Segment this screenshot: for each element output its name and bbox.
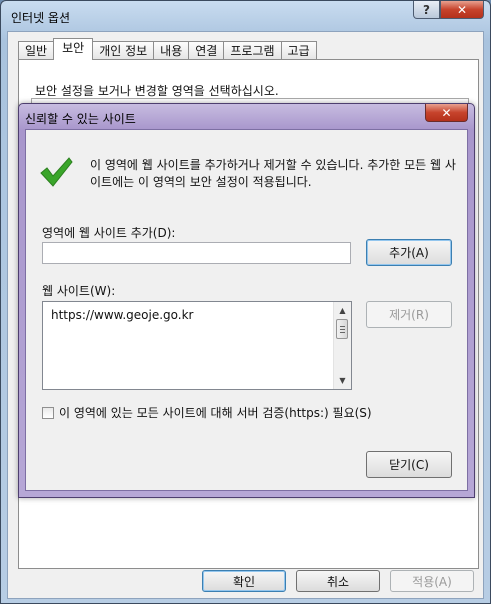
close-dialog-button[interactable]: 닫기(C) [366,451,452,478]
https-checkbox[interactable] [42,406,54,419]
trusted-sites-close-button[interactable]: ✕ [425,104,468,122]
security-instruction: 보안 설정을 보거나 변경할 영역을 선택하십시오. [35,84,279,98]
add-site-label: 영역에 웹 사이트 추가(D): [42,226,176,240]
websites-scrollbar[interactable]: ▲ ▼ [333,302,351,389]
https-label: 이 영역에 있는 모든 사이트에 대해 서버 검증(https:) 필요(S) [59,406,372,420]
add-site-input[interactable] [42,242,351,264]
add-button[interactable]: 추가(A) [366,239,452,266]
dialog-buttons: 확인 취소 적용(A) [8,570,483,600]
remove-button[interactable]: 제거(R) [366,301,452,328]
checkmark-icon [40,157,73,187]
tab-content[interactable]: 내용 [153,41,190,60]
trusted-sites-title: 신뢰할 수 있는 사이트 [25,112,136,126]
window-title: 인터넷 옵션 [11,11,71,25]
tab-advanced[interactable]: 고급 [280,41,317,60]
info-text: 이 영역에 웹 사이트를 추가하거나 제거할 수 있습니다. 추가한 모든 웹 … [90,158,456,189]
help-button[interactable]: ? [413,1,440,19]
caption-buttons: ? ✕ [413,1,484,19]
scroll-up-icon[interactable]: ▲ [334,302,351,319]
cancel-button[interactable]: 취소 [296,570,380,592]
scroll-thumb[interactable] [336,319,348,339]
tab-programs[interactable]: 프로그램 [223,41,282,60]
trusted-sites-dialog: 신뢰할 수 있는 사이트 ✕ 이 영역에 웹 사이트를 추가하거나 제거할 수 … [18,103,475,498]
tab-privacy[interactable]: 개인 정보 [92,41,155,60]
list-item[interactable]: https://www.geoje.go.kr [51,308,194,322]
tab-general[interactable]: 일반 [18,41,55,60]
tab-security[interactable]: 보안 [53,38,94,60]
websites-label: 웹 사이트(W): [42,284,116,298]
tab-connections[interactable]: 연결 [188,41,225,60]
apply-button[interactable]: 적용(A) [390,570,474,592]
ok-button[interactable]: 확인 [202,570,286,592]
trusted-sites-body: 이 영역에 웹 사이트를 추가하거나 제거할 수 있습니다. 추가한 모든 웹 … [25,129,468,491]
tab-strip: 일반 보안 개인 정보 내용 연결 프로그램 고급 [18,38,317,60]
close-button[interactable]: ✕ [440,1,484,19]
websites-list[interactable]: https://www.geoje.go.kr ▲ ▼ [42,301,352,390]
scroll-down-icon[interactable]: ▼ [334,372,351,389]
https-option[interactable]: 이 영역에 있는 모든 사이트에 대해 서버 검증(https:) 필요(S) [42,404,372,421]
